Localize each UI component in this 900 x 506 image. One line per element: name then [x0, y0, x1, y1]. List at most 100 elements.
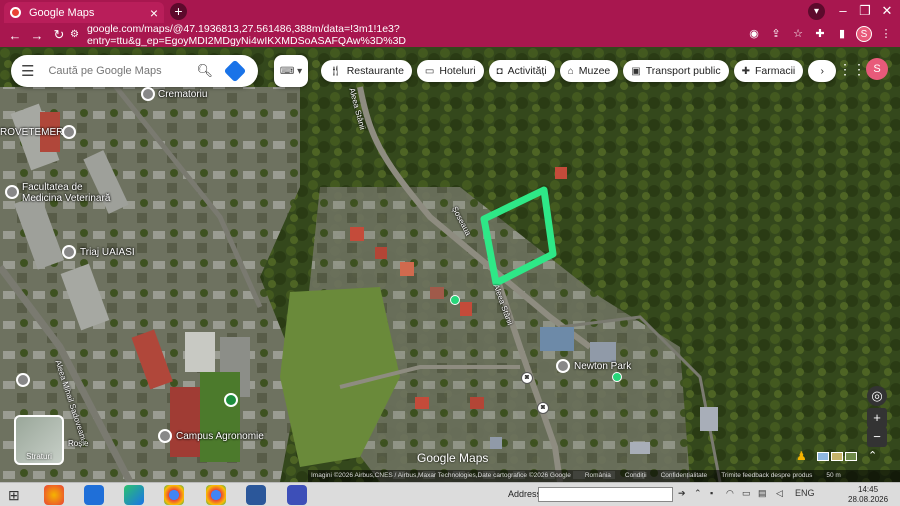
place-pin-icon[interactable] [141, 87, 155, 101]
search-icon[interactable]: 🔍︎ [196, 63, 213, 79]
tab-close-icon[interactable]: × [150, 6, 158, 20]
green-marker-icon[interactable] [612, 372, 622, 382]
address-bar[interactable]: ⚙ google.com/maps/@47.1936813,27.561486,… [70, 22, 718, 47]
network-icon[interactable]: ▤ [758, 488, 767, 499]
maximize-icon[interactable]: ❐ [854, 3, 876, 19]
place-pin-icon[interactable] [158, 429, 172, 443]
chip-hotels[interactable]: ▭ Hoteluri [416, 60, 484, 82]
side-panel-icon[interactable]: ▮ [834, 26, 850, 42]
bus-stop-icon[interactable]: ◙ [521, 372, 533, 384]
tab-google-maps[interactable]: Google Maps × [4, 2, 164, 23]
browser-profile-avatar[interactable]: S [856, 26, 872, 42]
layers-button[interactable]: Straturi [14, 415, 64, 465]
bookmark-star-icon[interactable]: ☆ [790, 26, 806, 42]
battery-icon[interactable]: ▭ [742, 488, 751, 499]
bus-stop-icon[interactable]: ◙ [537, 402, 549, 414]
layers-label: Straturi [26, 452, 52, 461]
bed-icon: ▭ [424, 65, 435, 77]
label-campus-agronomie[interactable]: Campus Agronomie [176, 431, 264, 442]
reload-icon[interactable]: ↻ [48, 27, 70, 43]
chevron-right-icon: › [820, 65, 825, 77]
tray-app-icon[interactable]: ▪ [710, 488, 713, 498]
scanner-app-icon[interactable] [287, 485, 307, 505]
wifi-icon[interactable]: ◠ [726, 488, 734, 499]
toolbar-actions: ◉ ⇪ ☆ ✚ ▮ S ⋮ [746, 26, 894, 42]
chip-pharmacies[interactable]: ✚ Farmacii [733, 60, 804, 82]
maps-favicon-icon [10, 7, 21, 18]
windows-taskbar: ⊞ Address ➔ ⌃ ▪ ◠ ▭ ▤ ◁ ENG 14:45 28.08.… [0, 482, 900, 506]
expand-chevron-icon[interactable]: ⌃ [868, 449, 877, 462]
label-facultatea[interactable]: Facultatea de Medicina Veterinară [22, 182, 112, 204]
pegman-icon[interactable]: ♟ [796, 449, 807, 463]
tab-title: Google Maps [29, 6, 95, 19]
label-newton-park[interactable]: Newton Park [574, 361, 631, 372]
browser-toolbar: ← → ↻ ⚙ google.com/maps/@47.1936813,27.5… [0, 23, 900, 47]
internet-explorer-icon[interactable] [84, 485, 104, 505]
zoom-in-button[interactable]: + [867, 408, 887, 428]
google-maps-logo: Google Maps [417, 451, 489, 465]
museum-icon: ⌂ [567, 65, 574, 77]
minimize-icon[interactable]: – [832, 3, 854, 19]
url-text: google.com/maps/@47.1936813,27.561486,38… [86, 22, 406, 47]
chrome-icon-active[interactable] [164, 485, 184, 505]
zoom-out-button[interactable]: − [867, 427, 887, 447]
category-chips: 🍴︎ Restaurante ▭ Hoteluri ◘ Activități ⌂ Muz… [321, 60, 837, 82]
pill-icon: ✚ [741, 65, 750, 77]
place-pin-icon[interactable] [16, 373, 30, 387]
browser-app-icon[interactable] [44, 485, 64, 505]
attribution-bar: Imagini ©2026 Airbus,CNES / Airbus,Maxar… [308, 470, 900, 482]
green-marker-icon[interactable] [450, 295, 460, 305]
chrome-icon[interactable] [206, 485, 226, 505]
chips-next-button[interactable]: › [808, 60, 837, 82]
go-icon[interactable]: ➔ [678, 488, 686, 499]
address-toolbar-label: Address [508, 489, 542, 499]
new-tab-button[interactable]: + [170, 3, 187, 20]
label-rovetemerg[interactable]: ROVETEMERG [0, 127, 71, 138]
place-pin-icon[interactable] [62, 125, 76, 139]
language-indicator[interactable]: ENG [795, 488, 815, 498]
search-box[interactable]: ☰ 🔍︎ [11, 55, 258, 87]
my-location-icon[interactable]: ◎ [867, 386, 887, 406]
taskbar-address-input[interactable] [538, 487, 673, 502]
label-triaj[interactable]: Triaj UAIASI [80, 247, 135, 258]
system-clock[interactable]: 14:45 28.08.2026 [848, 485, 888, 505]
tab-strip: Google Maps × + ▾ – ❐ ✕ [0, 0, 900, 23]
chip-museums[interactable]: ⌂ Muzee [559, 60, 619, 82]
google-lens-icon[interactable]: ◉ [746, 26, 762, 42]
fork-knife-icon: 🍴︎ [329, 65, 342, 77]
site-info-icon[interactable]: ⚙ [70, 29, 79, 40]
chip-restaurants[interactable]: 🍴︎ Restaurante [321, 60, 412, 82]
chip-public-transport[interactable]: ▣ Transport public [623, 60, 729, 82]
browser-menu-icon[interactable]: ⋮ [878, 26, 894, 42]
extensions-puzzle-icon[interactable]: ✚ [812, 26, 828, 42]
place-pin-icon[interactable] [62, 245, 76, 259]
input-tools-button[interactable]: ⌨ ▾ [274, 55, 308, 87]
place-pin-icon[interactable] [5, 185, 19, 199]
window-close-icon[interactable]: ✕ [876, 3, 898, 19]
label-crematoriu[interactable]: Crematoriu [158, 89, 207, 100]
chip-activities[interactable]: ◘ Activități [488, 60, 555, 82]
camera-icon: ◘ [496, 65, 503, 77]
word-icon[interactable] [246, 485, 266, 505]
directions-icon[interactable] [223, 59, 247, 83]
windows-start-icon[interactable]: ⊞ [8, 487, 20, 504]
park-pin-icon[interactable] [224, 393, 238, 407]
forward-icon[interactable]: → [26, 28, 48, 43]
place-pin-icon[interactable] [556, 359, 570, 373]
satellite-imagery [0, 47, 900, 482]
search-input[interactable] [48, 65, 189, 77]
scale-bar[interactable]: 50 m [826, 470, 840, 482]
share-icon[interactable]: ⇪ [768, 26, 784, 42]
tab-search-chevron-icon[interactable]: ▾ [808, 3, 825, 20]
street-label: Roșie [68, 439, 89, 448]
back-icon[interactable]: ← [4, 28, 26, 43]
tray-overflow-icon[interactable]: ⌃ [694, 488, 702, 499]
volume-icon[interactable]: ◁ [776, 488, 783, 499]
keyboard-icon: ⌨ ▾ [279, 65, 303, 77]
account-avatar[interactable]: S [866, 58, 888, 80]
edge-icon[interactable] [124, 485, 144, 505]
bus-icon: ▣ [631, 65, 641, 77]
imagery-thumbnails[interactable] [817, 452, 857, 461]
hamburger-menu-icon[interactable]: ☰ [21, 62, 34, 80]
satellite-map[interactable]: ☰ 🔍︎ ⌨ ▾ 🍴︎Restaurante ▭Hoteluri ◘Activi… [0, 47, 900, 482]
